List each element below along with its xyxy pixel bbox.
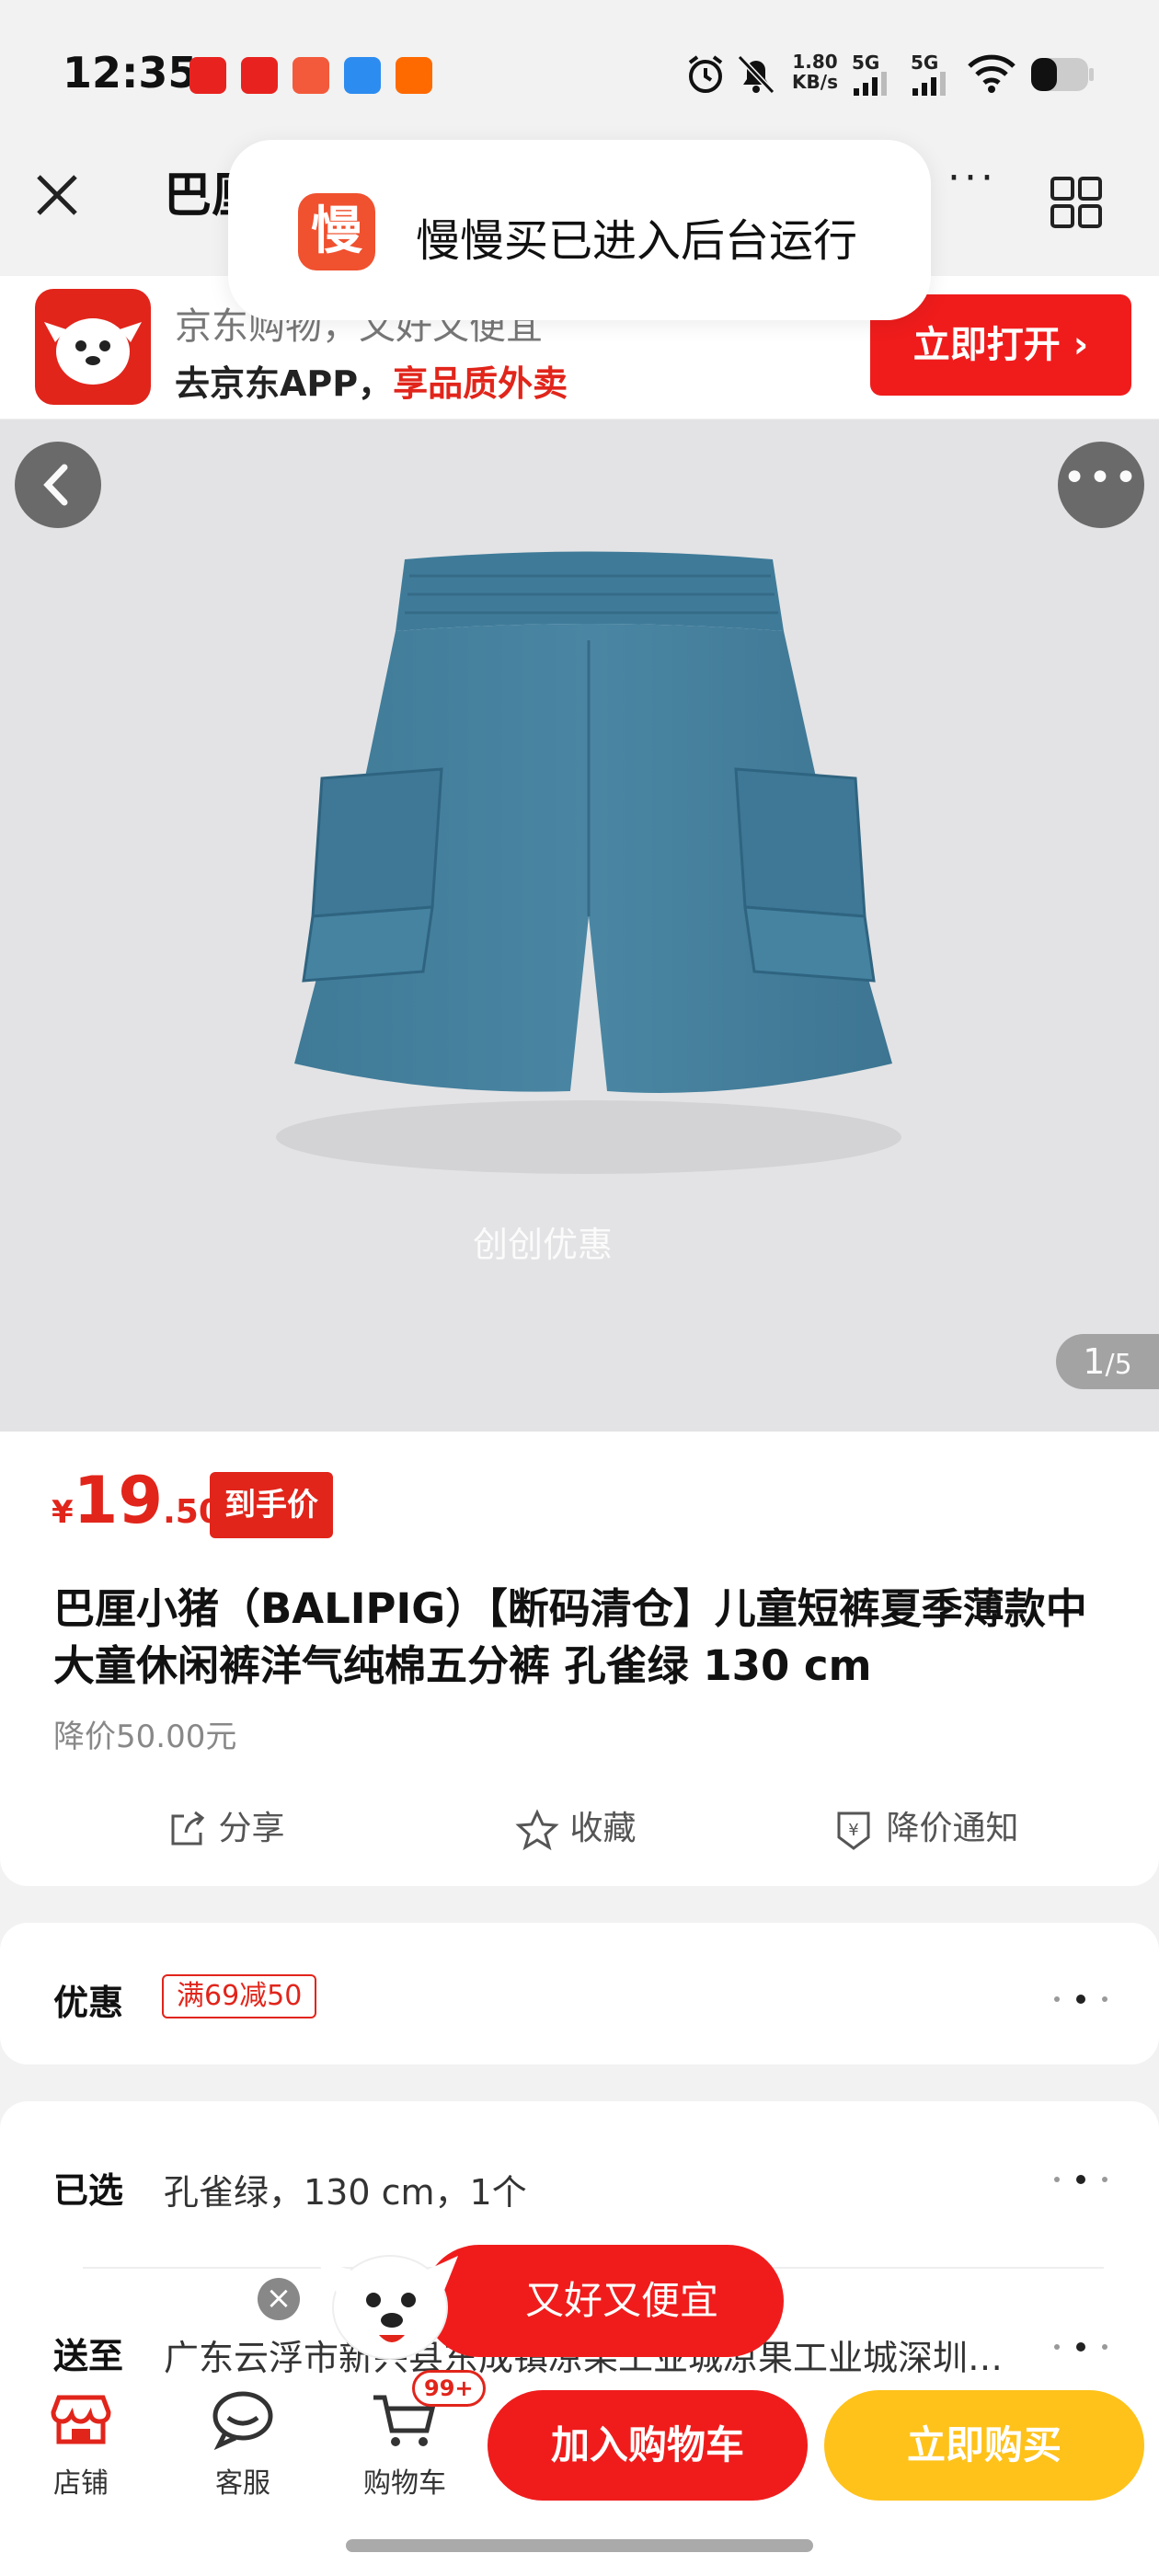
- promo-bubble[interactable]: 又好又便宜: [423, 2245, 784, 2357]
- shorts-product-image: [276, 551, 901, 1174]
- jd-logo: [35, 289, 151, 405]
- app-icon-3: [293, 57, 329, 94]
- grid-menu-icon[interactable]: [1049, 175, 1104, 230]
- jd-cta-text: 去京东APP，享品质外卖: [175, 363, 568, 404]
- product-price: ¥19.50: [52, 1463, 222, 1538]
- price-alert-button[interactable]: ¥ 降价通知: [832, 1801, 1018, 1852]
- share-button[interactable]: 分享: [166, 1801, 284, 1851]
- buy-now-button[interactable]: 立即购买: [824, 2390, 1144, 2501]
- store-icon: [51, 2395, 111, 2444]
- back-button[interactable]: [15, 442, 101, 528]
- manmanmai-app-icon: 慢: [298, 193, 375, 270]
- toast-message: 慢慢买已进入后台运行: [416, 215, 858, 267]
- product-title: 巴厘小猪（BALIPIG）【断码清仓】儿童短裤夏季薄款中大童休闲裤洋气纯棉五分裤…: [53, 1584, 1087, 1690]
- favorite-button[interactable]: 收藏: [515, 1801, 636, 1851]
- add-to-cart-button[interactable]: 加入购物车: [488, 2390, 808, 2501]
- jd-mascot-icon: [315, 2255, 458, 2360]
- price-alert-icon: ¥: [837, 1811, 870, 1850]
- spec-more-icon[interactable]: [1049, 2171, 1113, 2190]
- image-watermark: 创创优惠: [473, 1225, 614, 1265]
- home-indicator[interactable]: [346, 2539, 813, 2552]
- store-tab[interactable]: 店铺: [26, 2383, 136, 2500]
- final-price-tag: 到手价: [210, 1472, 333, 1538]
- battery-icon: [1031, 58, 1094, 91]
- signal-icon-2: [912, 72, 946, 96]
- promotion-label: 优惠: [53, 1983, 124, 2023]
- ship-to-label: 送至: [53, 2336, 124, 2376]
- mute-icon: [737, 54, 775, 95]
- promotion-more-icon[interactable]: [1049, 1991, 1113, 2009]
- more-options-button[interactable]: •••: [1058, 442, 1144, 528]
- net-speed: 1.80 KB/s: [792, 51, 838, 93]
- app-icon-2: [241, 57, 278, 94]
- customer-service-tab[interactable]: 客服: [188, 2383, 298, 2500]
- share-icon: [171, 1811, 205, 1846]
- signal-icon: [854, 72, 887, 96]
- coupon-badge[interactable]: 满69减50: [162, 1974, 317, 2018]
- cart-count-badge: 99+: [412, 2370, 486, 2407]
- product-image-gallery[interactable]: [0, 420, 1159, 1432]
- chevron-left-icon: [43, 464, 68, 506]
- chat-icon: [212, 2391, 273, 2451]
- wifi-icon: [968, 54, 1016, 93]
- app-icon-4: [344, 57, 381, 94]
- app-icon-1: [189, 57, 226, 94]
- selected-spec-value[interactable]: 孔雀绿，130 cm，1个: [164, 2164, 527, 2214]
- svg-text:¥: ¥: [848, 1821, 858, 1840]
- alarm-icon: [688, 55, 723, 93]
- price-drop-note: 降价50.00元: [53, 1719, 237, 1755]
- close-icon[interactable]: [28, 166, 86, 224]
- star-icon: [515, 1809, 559, 1851]
- status-time: 12:35: [63, 48, 198, 98]
- taobao-icon: [396, 57, 432, 94]
- gallery-page-indicator: 1/5: [1056, 1334, 1159, 1389]
- address-more-icon[interactable]: [1049, 2339, 1113, 2357]
- close-bubble-button[interactable]: ×: [258, 2278, 300, 2320]
- more-menu-button[interactable]: ···: [947, 155, 997, 201]
- selected-spec-label: 已选: [53, 2170, 124, 2211]
